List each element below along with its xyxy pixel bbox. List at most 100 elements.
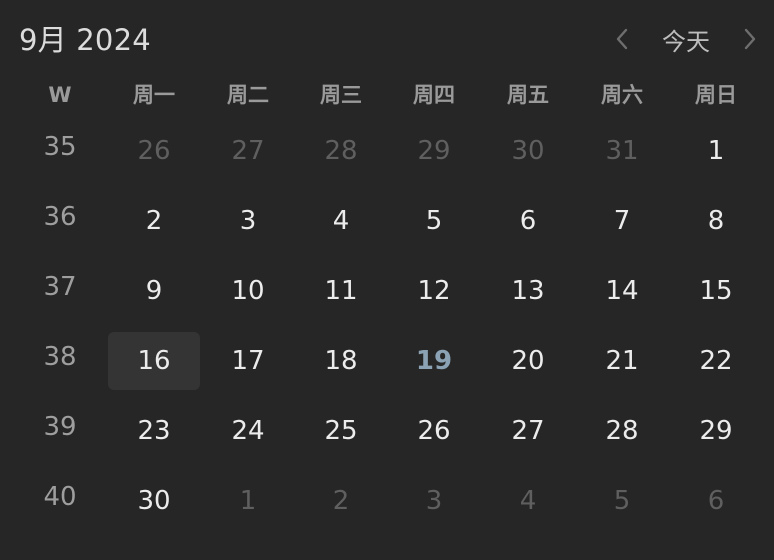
week-number: 40 <box>43 482 77 512</box>
day-cell[interactable]: 9 <box>108 262 200 320</box>
day-cell[interactable]: 27 <box>202 122 294 180</box>
week-number: 38 <box>43 342 77 372</box>
day-cell[interactable]: 10 <box>202 262 294 320</box>
day-cell[interactable]: 24 <box>202 402 294 460</box>
day-cell[interactable]: 11 <box>295 262 387 320</box>
day-cell-selected[interactable]: 16 <box>108 332 200 390</box>
day-number: 18 <box>324 346 358 376</box>
day-number: 29 <box>699 416 733 446</box>
chevron-right-icon <box>744 28 756 50</box>
day-number: 15 <box>699 276 733 306</box>
day-cell[interactable]: 14 <box>576 262 668 320</box>
day-number: 22 <box>699 346 733 376</box>
day-cell[interactable]: 26 <box>388 402 480 460</box>
day-number: 21 <box>605 346 639 376</box>
day-cell[interactable]: 8 <box>670 192 762 250</box>
day-cell[interactable]: 13 <box>482 262 574 320</box>
day-cell[interactable]: 25 <box>295 402 387 460</box>
day-cell[interactable]: 27 <box>482 402 574 460</box>
day-cell[interactable]: 6 <box>670 472 762 530</box>
week-number: 39 <box>43 412 77 442</box>
day-number: 4 <box>332 206 350 236</box>
day-cell[interactable]: 18 <box>295 332 387 390</box>
day-cell[interactable]: 26 <box>108 122 200 180</box>
day-cell[interactable]: 3 <box>388 472 480 530</box>
day-cell[interactable]: 5 <box>576 472 668 530</box>
weekday-header-3: 周三 <box>320 83 362 107</box>
day-number: 28 <box>605 416 639 446</box>
day-number: 7 <box>613 206 631 236</box>
week-row: 36 2 3 4 5 6 7 8 <box>0 182 774 252</box>
day-cell[interactable]: 5 <box>388 192 480 250</box>
day-number: 4 <box>519 486 537 516</box>
day-number: 3 <box>425 486 443 516</box>
day-cell[interactable]: 7 <box>576 192 668 250</box>
day-cell[interactable]: 20 <box>482 332 574 390</box>
day-cell[interactable]: 21 <box>576 332 668 390</box>
day-cell-today[interactable]: 19 <box>388 332 480 390</box>
day-number: 8 <box>707 206 725 236</box>
week-row: 38 16 17 18 19 20 21 22 <box>0 322 774 392</box>
day-number: 1 <box>239 486 257 516</box>
month-title: 9月 2024 <box>19 23 151 57</box>
day-number: 19 <box>415 346 453 376</box>
day-number: 2 <box>145 206 163 236</box>
day-number: 23 <box>137 416 171 446</box>
week-row: 40 30 1 2 3 4 5 6 <box>0 462 774 532</box>
week-row: 37 9 10 11 12 13 14 15 <box>0 252 774 322</box>
weekday-header-4: 周四 <box>413 83 455 107</box>
day-number: 11 <box>324 276 358 306</box>
day-number: 30 <box>511 136 545 166</box>
day-cell[interactable]: 28 <box>295 122 387 180</box>
day-number: 28 <box>324 136 358 166</box>
day-cell[interactable]: 30 <box>482 122 574 180</box>
day-cell[interactable]: 22 <box>670 332 762 390</box>
day-number: 6 <box>707 486 725 516</box>
day-number: 2 <box>332 486 350 516</box>
day-number: 5 <box>425 206 443 236</box>
day-number: 29 <box>417 136 451 166</box>
day-number: 3 <box>239 206 257 236</box>
day-number: 20 <box>511 346 545 376</box>
today-button[interactable]: 今天 <box>652 22 720 56</box>
day-number: 31 <box>605 136 639 166</box>
day-number: 26 <box>417 416 451 446</box>
weekday-header-7: 周日 <box>695 83 737 107</box>
day-cell[interactable]: 2 <box>108 192 200 250</box>
calendar-header: 9月 2024 今天 <box>0 0 774 80</box>
day-number: 27 <box>231 136 265 166</box>
prev-month-button[interactable] <box>608 22 636 56</box>
day-cell[interactable]: 17 <box>202 332 294 390</box>
weekday-header-2: 周二 <box>227 83 269 107</box>
week-number: 37 <box>43 272 77 302</box>
weekday-header-6: 周六 <box>601 83 643 107</box>
day-cell[interactable]: 15 <box>670 262 762 320</box>
week-number: 36 <box>43 202 77 232</box>
week-row: 39 23 24 25 26 27 28 29 <box>0 392 774 462</box>
day-cell[interactable]: 23 <box>108 402 200 460</box>
day-cell[interactable]: 31 <box>576 122 668 180</box>
day-cell[interactable]: 1 <box>202 472 294 530</box>
next-month-button[interactable] <box>736 22 764 56</box>
chevron-left-icon <box>616 28 628 50</box>
day-number: 30 <box>137 486 171 516</box>
day-cell[interactable]: 4 <box>482 472 574 530</box>
day-cell[interactable]: 12 <box>388 262 480 320</box>
day-cell[interactable]: 28 <box>576 402 668 460</box>
day-cell[interactable]: 3 <box>202 192 294 250</box>
day-number: 25 <box>324 416 358 446</box>
day-cell[interactable]: 4 <box>295 192 387 250</box>
day-cell[interactable]: 29 <box>388 122 480 180</box>
weekday-header-5: 周五 <box>507 83 549 107</box>
day-cell[interactable]: 1 <box>670 122 762 180</box>
day-cell[interactable]: 29 <box>670 402 762 460</box>
day-cell[interactable]: 2 <box>295 472 387 530</box>
day-number: 14 <box>605 276 639 306</box>
day-number: 9 <box>145 276 163 306</box>
week-row: 35 26 27 28 29 30 31 1 <box>0 112 774 182</box>
day-number: 13 <box>511 276 545 306</box>
day-cell[interactable]: 30 <box>108 472 200 530</box>
day-number: 24 <box>231 416 265 446</box>
week-number: 35 <box>43 132 77 162</box>
day-cell[interactable]: 6 <box>482 192 574 250</box>
